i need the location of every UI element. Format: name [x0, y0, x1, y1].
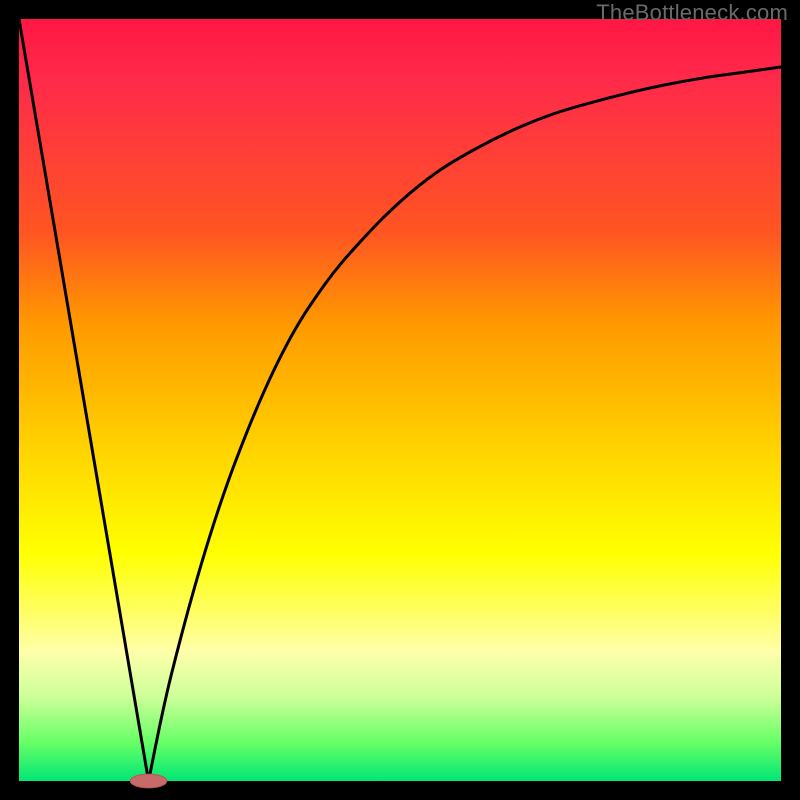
watermark-text: TheBottleneck.com — [596, 0, 788, 26]
series-left-line — [19, 19, 149, 781]
minimum-marker — [130, 774, 167, 788]
series-right-curve — [149, 67, 781, 781]
chart-frame: TheBottleneck.com — [0, 0, 800, 800]
chart-svg — [19, 19, 781, 781]
